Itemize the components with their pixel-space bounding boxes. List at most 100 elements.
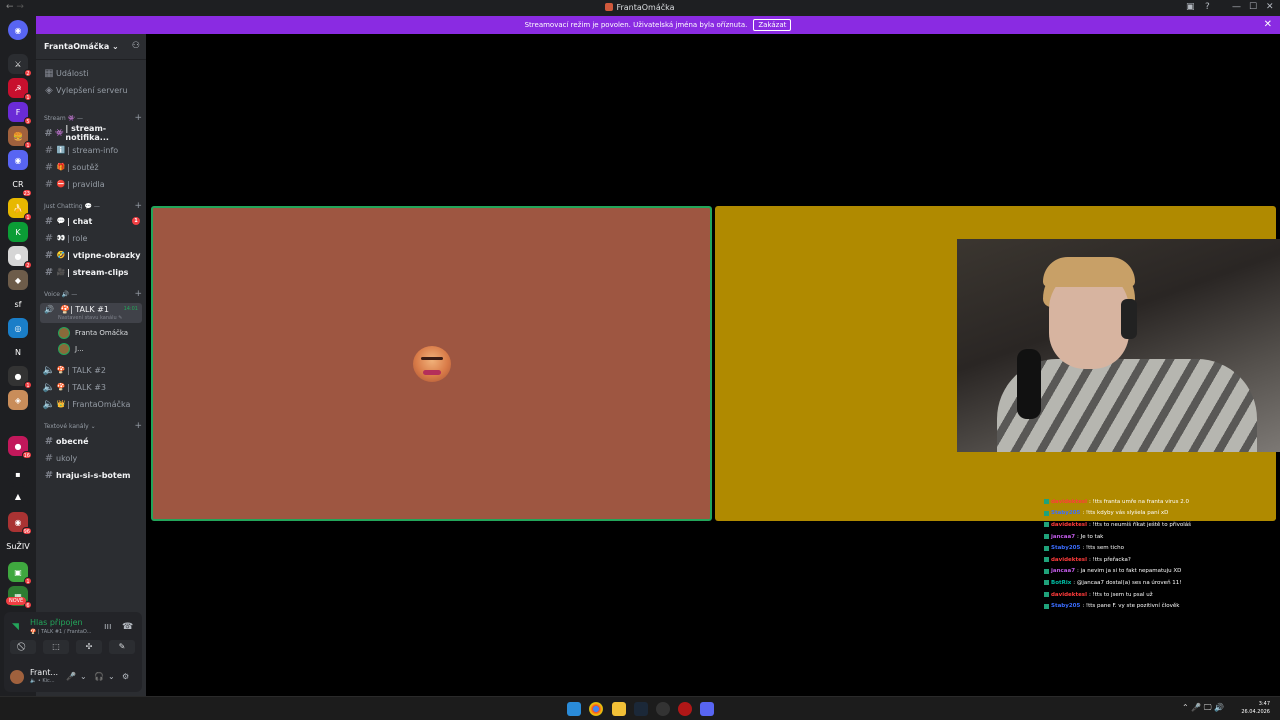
channel-stream-info[interactable]: # ℹ️ | stream-info xyxy=(40,142,144,158)
server-icon-ball[interactable]: ● 2 xyxy=(8,246,32,269)
chevron-down-icon[interactable]: ⌄ xyxy=(108,672,115,681)
channel-ukoly[interactable]: # ukoly xyxy=(40,450,144,466)
voice-user[interactable]: J... xyxy=(58,343,84,355)
channel-vtipne-obrazky[interactable]: # 🤣 | vtipne-obrazky xyxy=(40,247,144,263)
avatar[interactable] xyxy=(10,670,24,684)
participant-tile-franta[interactable] xyxy=(151,206,712,521)
channel-sout[interactable]: # 🎁 | soutěž xyxy=(40,159,144,175)
chat-username: davidektesl xyxy=(1051,521,1087,528)
voice-channel-talk-1[interactable]: 🔊 🍄| TALK #1 14:01 Nastavení stavu kanálu ✎ xyxy=(40,303,142,323)
discord-home-icon[interactable]: ◉ xyxy=(8,20,28,40)
server-icon-folder[interactable]: ▪ xyxy=(8,464,28,484)
obs-icon[interactable] xyxy=(656,702,670,716)
channel-role[interactable]: # 👀 | role xyxy=(40,230,144,246)
start-icon[interactable] xyxy=(567,702,581,716)
server-icon-suziv[interactable]: SuŽIV xyxy=(6,536,30,556)
server-boost-link[interactable]: ◈ Vylepšení serveru xyxy=(40,82,144,98)
stream-chat-overlay: davidektesl : !tts franta umře na franta … xyxy=(1042,496,1276,612)
server-icon-banana[interactable]: 🍌 1 xyxy=(8,198,32,221)
voice-channel-path[interactable]: 🍄 | TALK #1 / FrantaO... xyxy=(30,629,91,635)
channel-stream-notifika[interactable]: # 👾 | stream-notifika... xyxy=(40,124,144,142)
server-icon-cr[interactable]: CR 23 xyxy=(8,174,32,197)
screenshare-button[interactable]: ⬚ xyxy=(43,640,69,654)
microphone-icon[interactable]: 🎤 xyxy=(66,672,76,681)
badge-icon xyxy=(1044,545,1049,551)
server-icon-discord[interactable]: ◉ xyxy=(8,150,28,170)
server-icon-red[interactable]: ◉ 96 xyxy=(8,512,32,535)
chat-username: jancaa7 xyxy=(1051,533,1076,540)
server-icon-soviet[interactable]: ☭ 1 xyxy=(8,78,32,101)
participant-avatar xyxy=(413,346,451,382)
server-icon-dark[interactable]: ● 1 xyxy=(8,366,32,389)
server-icon-diamond[interactable]: ◆ xyxy=(8,270,28,290)
gear-icon[interactable]: ⚙ xyxy=(122,672,129,681)
maximize-icon[interactable]: ☐ xyxy=(1249,2,1257,12)
notification-badge: 5 xyxy=(24,117,32,125)
notification-badge: 1 xyxy=(24,213,32,221)
banner-close-icon[interactable]: ✕ xyxy=(1264,19,1272,30)
channel-chat[interactable]: # 💬 | chat 1 xyxy=(40,213,144,229)
chat-text: : !tts kdyby vás slyšela paní xD xyxy=(1082,510,1169,517)
voice-channel-3[interactable]: 🔈 🍄 | TALK #3 xyxy=(40,379,144,395)
server-icon-tan[interactable]: ◈ xyxy=(8,390,28,410)
category-text[interactable]: Textové kanály ⌄ + xyxy=(44,421,144,431)
server-icon-blue[interactable]: ◎ xyxy=(8,318,28,338)
badge-icon xyxy=(1044,592,1049,598)
opera-icon[interactable] xyxy=(678,702,692,716)
folder-icon[interactable] xyxy=(612,702,626,716)
server-icon-triangle[interactable]: ▲ xyxy=(8,486,28,506)
username[interactable]: Frant... xyxy=(30,668,58,677)
system-tray[interactable]: ⌃ 🎤 🖵 🔊 xyxy=(1182,703,1224,713)
notification-badge: 1 xyxy=(24,577,32,585)
clock[interactable]: 3:47 26.04.2026 xyxy=(1241,700,1270,716)
server-icon-sf[interactable]: sf xyxy=(8,294,28,314)
help-icon[interactable]: ? xyxy=(1205,2,1210,12)
chat-message: BotRix: @jancaa7 dostal(a) ses na úroveň… xyxy=(1042,577,1276,589)
badge-icon xyxy=(1044,580,1049,586)
server-icon-f[interactable]: F5 xyxy=(8,102,32,125)
signal-icon: ◥ xyxy=(12,622,19,632)
server-icon-burger[interactable]: 🍔 1 xyxy=(8,126,32,149)
discord-taskbar-icon[interactable] xyxy=(700,702,714,716)
category-stream[interactable]: Stream 👾 — + xyxy=(44,113,144,123)
voice-channel-2[interactable]: 🔈 🍄 | TALK #2 xyxy=(40,362,144,378)
voice-user[interactable]: Franta Omáčka xyxy=(58,327,128,339)
server-icon-green[interactable]: ▣ 1 xyxy=(8,562,32,585)
notification-badge: 1 xyxy=(24,93,32,101)
close-icon[interactable]: ✕ xyxy=(1266,2,1274,12)
badge-icon xyxy=(1044,510,1049,516)
disconnect-icon[interactable]: ☎ xyxy=(122,622,133,632)
server-icon-game[interactable]: ⚔ 2 xyxy=(8,54,32,77)
soundboard-button[interactable]: ✎ xyxy=(109,640,135,654)
camera-button[interactable]: ⃠ xyxy=(10,640,36,654)
events-link[interactable]: ▦ Události xyxy=(40,65,144,81)
chrome-icon[interactable] xyxy=(589,702,603,716)
minimize-icon[interactable]: — xyxy=(1232,2,1241,12)
chevron-down-icon[interactable]: ⌄ xyxy=(80,672,87,681)
inbox-icon[interactable]: ▣ xyxy=(1186,2,1195,12)
server-header[interactable]: FrantaOmáčka ⌄ ⚇ xyxy=(36,34,146,60)
channel-hraju-si-s-botem[interactable]: # hraju-si-s-botem xyxy=(40,467,144,483)
chat-username: Staby205 xyxy=(1051,545,1081,552)
voice-status[interactable]: Hlas připojen xyxy=(30,618,83,627)
chat-text: : !tts franta umře na franta virus 2.0 xyxy=(1088,498,1189,505)
channel-pravidla[interactable]: # ⛔ | pravidla xyxy=(40,176,144,192)
headphones-icon[interactable]: 🎧 xyxy=(94,672,104,681)
disable-button[interactable]: Zakázat xyxy=(753,19,792,31)
chat-message: jancaa7: Je to tak xyxy=(1042,531,1276,543)
server-icon-k[interactable]: K xyxy=(8,222,28,242)
category-voice[interactable]: Voice 🔊 — + xyxy=(44,289,144,299)
steam-icon[interactable] xyxy=(634,702,648,716)
channel-stream-clips[interactable]: # 🎥 | stream-clips xyxy=(40,264,144,280)
voice-channel-4[interactable]: 🔈 👑 | FrantaOmáčka xyxy=(40,396,144,412)
new-badge: NOVÉ xyxy=(6,597,27,605)
server-icon-pink[interactable]: ● 16 xyxy=(8,436,32,459)
server-icon-n[interactable]: N xyxy=(8,342,28,362)
notification-badge: 96 xyxy=(21,527,32,535)
channel-obecné[interactable]: # obecné xyxy=(40,433,144,449)
category-just-chatting[interactable]: Just Chatting 💬 — + xyxy=(44,201,144,211)
add-member-icon[interactable]: ⚇ xyxy=(132,41,140,51)
activities-button[interactable]: ✣ xyxy=(76,640,102,654)
badge-icon xyxy=(1044,534,1049,540)
noise-suppression-icon[interactable]: ııı xyxy=(104,622,112,632)
